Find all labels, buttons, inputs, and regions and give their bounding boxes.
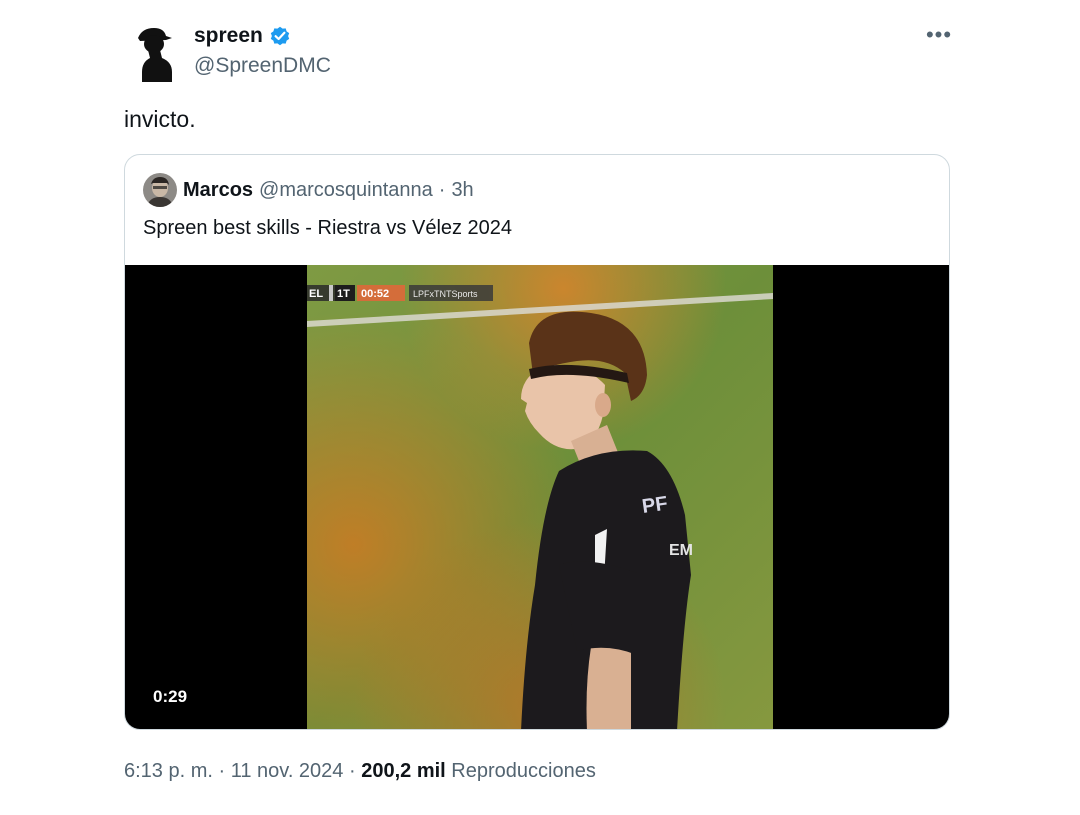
quoted-tweet-text: Spreen best skills - Riestra vs Vélez 20… [143, 217, 513, 239]
svg-text:PF: PF [641, 493, 669, 518]
tweet-text: invicto. [124, 106, 196, 132]
author-handle[interactable]: @SpreenDMC [194, 54, 331, 78]
meta-separator: · [348, 760, 356, 782]
quoted-author-name[interactable]: Marcos [183, 179, 253, 202]
tweet-time[interactable]: 6:13 p. m. [124, 760, 213, 782]
svg-text:00:52: 00:52 [361, 288, 389, 300]
author-display-name[interactable]: spreen [194, 24, 263, 48]
quoted-tweet[interactable]: Marcos @marcosquintanna · 3h Spreen best… [124, 154, 950, 730]
author-name-row: spreen [194, 24, 291, 48]
verified-badge-icon [269, 25, 291, 47]
quoted-author-avatar[interactable] [143, 173, 177, 207]
quoted-tweet-header: Marcos @marcosquintanna · 3h [143, 173, 474, 207]
meta-separator: · [218, 760, 226, 782]
views-count[interactable]: 200,2 mil [361, 760, 446, 782]
quoted-author-handle[interactable]: @marcosquintanna [259, 179, 433, 202]
video-frame[interactable]: EL 1T 00:52 LPFxTNTSports PF EM [307, 265, 773, 730]
svg-text:1T: 1T [337, 288, 350, 300]
svg-text:EM: EM [669, 542, 693, 559]
svg-text:EL: EL [309, 288, 323, 300]
quoted-timestamp[interactable]: 3h [451, 179, 473, 202]
quoted-separator: · [438, 178, 446, 201]
author-avatar[interactable] [128, 22, 184, 84]
tweet-date[interactable]: 11 nov. 2024 [231, 760, 344, 782]
more-options-icon[interactable]: ••• [924, 22, 954, 52]
video-duration-badge: 0:29 [143, 683, 198, 711]
views-label: Reproducciones [451, 760, 596, 782]
video-player[interactable]: EL 1T 00:52 LPFxTNTSports PF EM 0:29 [125, 265, 949, 730]
scoreboard-overlay: EL 1T 00:52 LPFxTNTSports [307, 285, 493, 301]
silhouette-avatar-icon [138, 28, 172, 82]
svg-text:LPFxTNTSports: LPFxTNTSports [413, 289, 478, 299]
tweet-card: spreen @SpreenDMC ••• invicto. Marcos @m… [0, 0, 1080, 815]
tweet-meta: 6:13 p. m. · 11 nov. 2024 · 200,2 mil Re… [124, 760, 596, 783]
